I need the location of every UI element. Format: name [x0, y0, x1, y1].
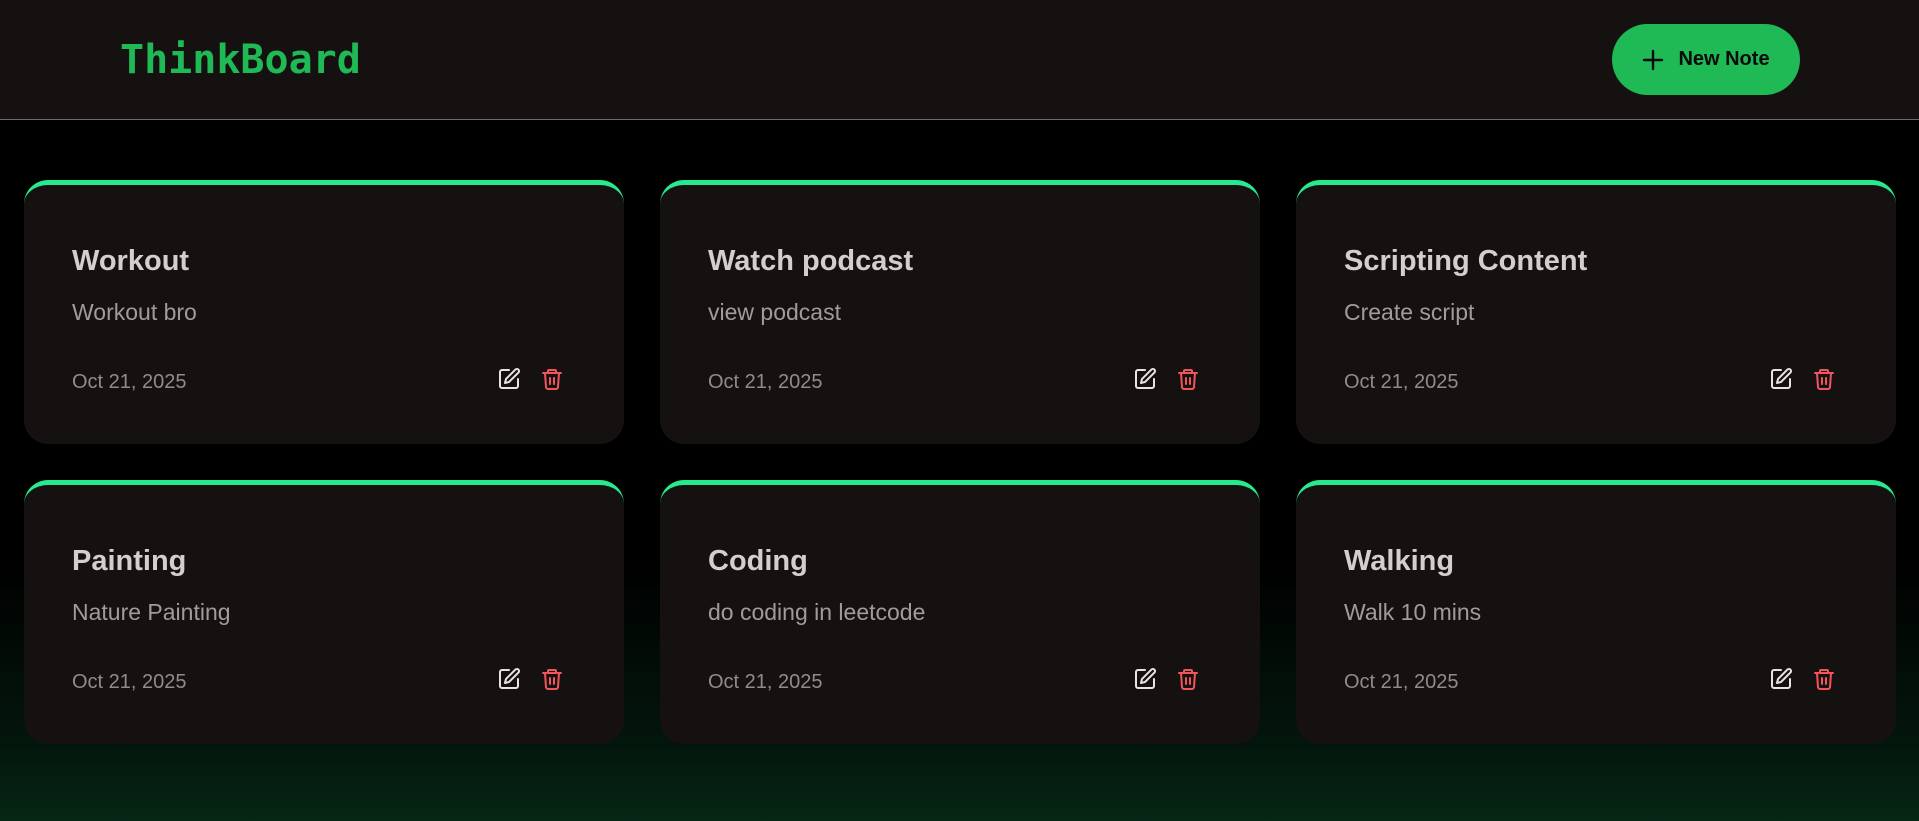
- edit-icon[interactable]: [1769, 667, 1793, 691]
- note-title: Watch podcast: [708, 245, 914, 277]
- note-actions: [1133, 667, 1200, 691]
- edit-icon[interactable]: [1133, 667, 1157, 691]
- note-title: Workout: [72, 245, 190, 277]
- plus-icon: [1642, 49, 1664, 71]
- trash-icon[interactable]: [1812, 367, 1836, 391]
- note-date: Oct 21, 2025: [708, 671, 823, 693]
- note-actions: [497, 667, 564, 691]
- trash-icon[interactable]: [1812, 667, 1836, 691]
- edit-icon[interactable]: [1769, 367, 1793, 391]
- note-content: Nature Painting: [72, 599, 231, 625]
- app-logo[interactable]: ThinkBoard: [120, 34, 361, 86]
- note-date: Oct 21, 2025: [1344, 371, 1459, 393]
- note-title: Scripting Content: [1344, 245, 1588, 277]
- note-content: Create script: [1344, 299, 1475, 325]
- notes-grid: Workout Workout bro Oct 21, 2025 Watch p…: [24, 180, 1896, 744]
- note-card[interactable]: Walking Walk 10 mins Oct 21, 2025: [1296, 480, 1896, 744]
- note-content: do coding in leetcode: [708, 599, 926, 625]
- note-actions: [1133, 367, 1200, 391]
- trash-icon[interactable]: [1176, 667, 1200, 691]
- note-title: Coding: [708, 545, 808, 577]
- edit-icon[interactable]: [497, 667, 521, 691]
- note-card[interactable]: Workout Workout bro Oct 21, 2025: [24, 180, 624, 444]
- note-actions: [1769, 367, 1836, 391]
- note-date: Oct 21, 2025: [1344, 671, 1459, 693]
- new-note-label: New Note: [1678, 48, 1770, 70]
- edit-icon[interactable]: [1133, 367, 1157, 391]
- trash-icon[interactable]: [540, 667, 564, 691]
- note-card[interactable]: Scripting Content Create script Oct 21, …: [1296, 180, 1896, 444]
- edit-icon[interactable]: [497, 367, 521, 391]
- new-note-button[interactable]: New Note: [1612, 24, 1800, 95]
- note-title: Walking: [1344, 545, 1455, 577]
- note-content: Workout bro: [72, 299, 197, 325]
- note-card[interactable]: Coding do coding in leetcode Oct 21, 202…: [660, 480, 1260, 744]
- note-date: Oct 21, 2025: [708, 371, 823, 393]
- note-card[interactable]: Painting Nature Painting Oct 21, 2025: [24, 480, 624, 744]
- note-actions: [1769, 667, 1836, 691]
- note-content: view podcast: [708, 299, 841, 325]
- note-card[interactable]: Watch podcast view podcast Oct 21, 2025: [660, 180, 1260, 444]
- note-title: Painting: [72, 545, 187, 577]
- note-content: Walk 10 mins: [1344, 599, 1482, 625]
- note-actions: [497, 367, 564, 391]
- note-date: Oct 21, 2025: [72, 671, 187, 693]
- trash-icon[interactable]: [540, 367, 564, 391]
- note-date: Oct 21, 2025: [72, 371, 187, 393]
- trash-icon[interactable]: [1176, 367, 1200, 391]
- navbar: ThinkBoard New Note: [0, 0, 1919, 120]
